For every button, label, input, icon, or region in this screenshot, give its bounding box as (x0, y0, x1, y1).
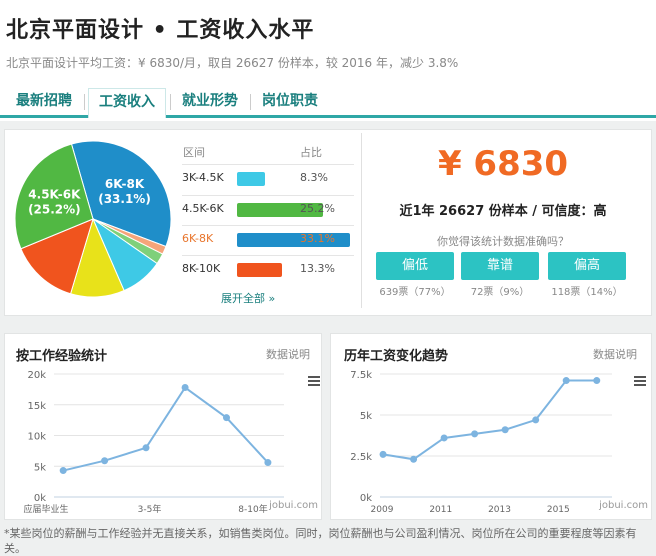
x-tick-label: 2015 (547, 505, 570, 515)
pie-label-pct: (25.2%) (28, 202, 81, 216)
pie-label: 6K-8K (105, 177, 145, 191)
dist-pct: 13.3% (300, 262, 335, 275)
watermark: jobui.com (598, 500, 648, 511)
vote-high-count: 118票（14%） (551, 287, 623, 298)
tab-duties[interactable]: 岗位职责 (254, 88, 326, 114)
tab-salary[interactable]: 工资收入 (88, 88, 166, 118)
y-tick-label: 7.5k (350, 370, 372, 381)
dist-range: 3K-4.5K (182, 171, 224, 184)
salary-pie-chart: 6K-8K(33.1%) 4.5K-6K(25.2%) (14, 140, 172, 298)
page-title: 北京平面设计 • 工资收入水平 (6, 18, 315, 43)
x-tick-label: 应届毕业生 (23, 503, 68, 515)
experience-line-chart: 0k 5k 10k 15k 20k 应届毕业生 3-5年 8-10年 jobui.com (23, 370, 318, 515)
dist-range: 8K-10K (182, 262, 221, 275)
data-point (593, 377, 601, 385)
data-point (562, 377, 570, 385)
y-tick-label: 0k (34, 493, 46, 504)
data-point (264, 459, 272, 467)
vote-reliable-button[interactable]: 靠谱 (461, 252, 539, 280)
footnote: *某些岗位的薪酬与工作经验并无直接关系，如销售类岗位。同时，岗位薪酬也与公司盈利… (4, 527, 637, 555)
sample-description: 近1年 26627 份样本 / 可信度：高 (399, 204, 607, 219)
dist-row-3k-4-5k: 3K-4.5K 8.3% (182, 164, 354, 189)
tab-employment[interactable]: 就业形势 (174, 88, 246, 114)
data-point (181, 384, 189, 392)
y-tick-label: 5k (360, 411, 372, 422)
dist-range: 4.5K-6K (182, 202, 224, 215)
tab-latest-jobs[interactable]: 最新招聘 (8, 88, 80, 114)
y-tick-label: 10k (27, 432, 46, 443)
dist-row-6k-8k: 6K-8K 33.1% (182, 225, 354, 250)
expand-all-link[interactable]: 展开全部 » (221, 290, 275, 306)
dist-row-8k-10k: 8K-10K 13.3% (182, 255, 354, 280)
series-line (382, 379, 597, 461)
data-point (501, 426, 509, 434)
trend-line-chart: 0k 2.5k 5k 7.5k 2009 2011 2013 2015 jobui.com (350, 370, 648, 515)
tab-separator (170, 94, 171, 110)
pie-label: 4.5K-6K (28, 187, 81, 201)
y-tick-label: 2.5k (350, 452, 372, 463)
data-point (223, 414, 230, 422)
x-tick-label: 2013 (488, 505, 511, 515)
vote-reliable-count: 72票（9%） (470, 287, 530, 298)
dist-pct: 8.3% (300, 171, 328, 184)
average-salary: ¥ 6830 (437, 144, 569, 184)
panel-divider (361, 133, 362, 308)
dist-bar (237, 172, 266, 186)
x-tick-label: 8-10年 (238, 503, 267, 515)
vote-low-count: 639票（77%） (379, 287, 451, 298)
dist-range: 6K-8K (182, 232, 214, 245)
data-point (440, 434, 448, 442)
dist-bar (237, 263, 283, 277)
data-point (101, 457, 109, 465)
vote-low-button[interactable]: 偏低 (376, 252, 454, 280)
watermark: jobui.com (268, 500, 318, 511)
x-tick-label: 2009 (371, 505, 394, 515)
pie-label-pct: (33.1%) (98, 192, 151, 206)
accuracy-question: 你觉得该统计数据准确吗？ (437, 235, 569, 248)
y-tick-label: 5k (34, 462, 46, 473)
data-point (471, 430, 479, 438)
data-point (410, 455, 418, 463)
x-tick-label: 3-5年 (138, 503, 162, 515)
y-tick-label: 20k (27, 370, 46, 381)
data-point (142, 444, 150, 452)
data-point (532, 416, 540, 424)
x-tick-label: 2011 (429, 505, 452, 515)
vote-high-button[interactable]: 偏高 (548, 252, 626, 280)
data-point (59, 467, 67, 475)
tab-separator (250, 94, 251, 110)
col-range-header: 区间 (183, 146, 205, 159)
tab-separator (84, 94, 85, 110)
dist-row-4-5k-6k: 4.5K-6K 25.2% (182, 195, 354, 220)
dist-pct: 33.1% (300, 232, 335, 245)
data-point (379, 450, 387, 458)
y-tick-label: 0k (360, 493, 372, 504)
series-line (62, 386, 269, 472)
col-ratio-header: 占比 (300, 146, 322, 159)
tab-bar: 最新招聘 工资收入 就业形势 岗位职责 (0, 84, 656, 118)
dist-pct: 25.2% (300, 202, 335, 215)
y-tick-label: 15k (27, 401, 46, 412)
page-subtitle: 北京平面设计平均工资：¥ 6830/月，取自 26627 份样本，较 2016 … (6, 56, 459, 70)
